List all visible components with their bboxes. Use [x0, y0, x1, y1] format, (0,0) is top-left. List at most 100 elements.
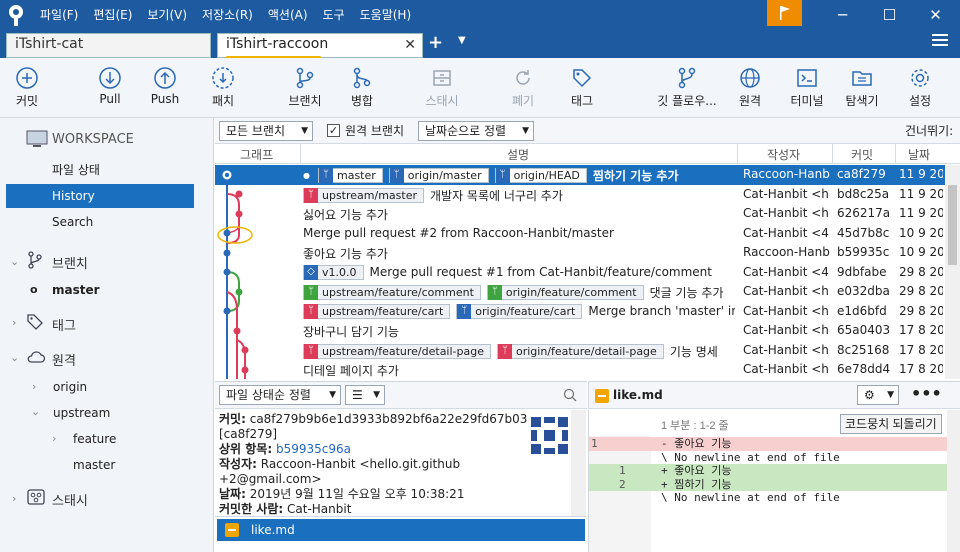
diff-line-add: 1 + 좋아요 기능	[589, 464, 947, 478]
tags-heading[interactable]: 태그	[52, 315, 76, 334]
sidebar-item-file-status[interactable]: 파일 상태	[0, 158, 214, 182]
merge-button[interactable]: 병합	[342, 58, 382, 118]
column-date[interactable]: 날짜	[908, 146, 930, 163]
sidebar-item-search[interactable]: Search	[0, 210, 214, 234]
menu-help[interactable]: 도움말(H)	[360, 0, 412, 30]
sidebar-item-history[interactable]: History	[6, 184, 194, 208]
branch-label-badge[interactable]: ᛘ upstream/feature/cart	[303, 303, 451, 319]
column-divider[interactable]	[895, 144, 896, 164]
column-divider[interactable]	[300, 144, 301, 164]
commit-row[interactable]: ᛘ upstream/master 개발자 목록에 너구리 추가 Cat-Hanbit…	[215, 185, 945, 205]
sidebar-item-remote-upstream[interactable]: upstream	[0, 401, 214, 425]
chevron-down-icon[interactable]: ⌄	[10, 351, 19, 364]
more-options-icon[interactable]: •••	[911, 384, 942, 403]
menu-repository[interactable]: 저장소(R)	[202, 0, 253, 30]
discard-button[interactable]: 폐기	[505, 58, 541, 118]
menu-tools[interactable]: 도구	[323, 0, 345, 30]
terminal-button[interactable]: 터미널	[785, 58, 829, 118]
chevron-down-icon: ▼	[373, 390, 380, 400]
branch-label-badge[interactable]: ᛘ origin/HEAD	[494, 168, 587, 183]
commit-hash: 45d7b8c	[837, 225, 890, 240]
commit-row[interactable]: ᛘ upstream/feature/cart ᛘ origin/feature/ca…	[215, 302, 945, 322]
flag-button[interactable]	[767, 0, 802, 26]
push-button[interactable]: Push	[145, 58, 185, 118]
explorer-button[interactable]: 탐색기	[840, 58, 884, 118]
tag-button[interactable]: 태그	[562, 58, 602, 118]
remote-branches-checkbox[interactable]: ✓	[327, 124, 340, 137]
diff-options-dropdown[interactable]: ⚙ ▼	[857, 385, 899, 405]
diff-scrollbar[interactable]	[947, 410, 960, 552]
remotes-heading[interactable]: 원격	[52, 350, 76, 369]
commit-list-scrollbar[interactable]	[945, 165, 960, 379]
branches-heading[interactable]: 브랜치	[52, 253, 88, 272]
reverse-hunk-button[interactable]: 코드뭉치 되돌리기	[840, 414, 942, 434]
stash-button[interactable]: 스태시	[420, 58, 464, 118]
ref-label: origin/feature/detail-page	[516, 344, 657, 358]
commit-row[interactable]: ◇ v1.0.0 Merge pull request #1 from Cat-Ha…	[215, 263, 945, 283]
close-window-button[interactable]: ✕	[913, 0, 958, 30]
commit-row[interactable]: Merge pull request #2 from Raccoon-Hanbi…	[215, 224, 945, 244]
commit-row[interactable]: 디테일 페이지 추가 Cat-Hanbit <h 6e78dd4 17 8 20	[215, 360, 945, 379]
column-author[interactable]: 작성자	[767, 146, 800, 163]
commit-row[interactable]: 좋아요 기능 추가 Raccoon-Hanb b59935c 10 9 20	[215, 243, 945, 263]
column-divider[interactable]	[832, 144, 833, 164]
search-icon[interactable]	[563, 388, 577, 402]
branch-label-badge[interactable]: ᛘ upstream/master	[303, 187, 424, 203]
sidebar-item-upstream-feature[interactable]: feature	[0, 427, 214, 451]
view-options-dropdown[interactable]: ☰ ▼	[345, 385, 385, 405]
branch-label-badge[interactable]: ᛘ origin/feature/comment	[486, 285, 644, 300]
sidebar-item-upstream-master[interactable]: master	[0, 453, 214, 477]
stash-heading[interactable]: 스태시	[52, 490, 88, 509]
column-description[interactable]: 설명	[507, 146, 529, 163]
minimize-button[interactable]: ─	[820, 0, 865, 30]
settings-button[interactable]: 설정	[900, 58, 940, 118]
column-graph[interactable]: 그래프	[240, 146, 273, 163]
tag-label-badge[interactable]: ◇ v1.0.0	[303, 264, 364, 280]
branch-filter-dropdown[interactable]: 모든 브랜치 ▼	[219, 121, 313, 141]
commit-row[interactable]: 싫어요 기능 추가 Cat-Hanbit <h 626217a 11 9 20	[215, 204, 945, 224]
repo-tab-itshirt-raccoon[interactable]: iTshirt-raccoon ✕	[217, 33, 423, 59]
repo-tab-itshirt-cat[interactable]: iTshirt-cat	[6, 33, 211, 58]
commit-button[interactable]: 커밋	[6, 58, 48, 118]
menu-view[interactable]: 보기(V)	[147, 0, 187, 30]
column-commit[interactable]: 커밋	[851, 146, 873, 163]
sort-dropdown[interactable]: 날짜순으로 정렬 ▼	[418, 121, 534, 141]
remote-button[interactable]: 원격	[730, 58, 770, 118]
branch-label-badge[interactable]: ᛘ origin/master	[388, 168, 489, 183]
chevron-right-icon[interactable]: ›	[12, 492, 16, 505]
menu-edit[interactable]: 편집(E)	[93, 0, 132, 30]
chevron-right-icon[interactable]: ›	[12, 316, 16, 329]
branch-label-badge[interactable]: ᛘ upstream/feature/detail-page	[303, 343, 491, 359]
file-sort-dropdown[interactable]: 파일 상태순 정렬 ▼	[219, 385, 341, 405]
branch-button[interactable]: 브랜치	[283, 58, 327, 118]
menu-actions[interactable]: 액션(A)	[268, 0, 308, 30]
scrollbar-thumb[interactable]	[948, 185, 957, 265]
commit-row[interactable]: ᛘ upstream/feature/detail-page ᛘ origin/fea…	[215, 341, 945, 361]
branch-label-badge[interactable]: ᛘ origin/feature/cart	[456, 303, 583, 319]
sidebar-item-remote-origin[interactable]: origin	[0, 375, 214, 399]
column-divider[interactable]	[737, 144, 738, 164]
sidebar-item-branch-master[interactable]: o master	[0, 278, 214, 302]
maximize-button[interactable]: ☐	[867, 0, 912, 30]
chevron-down-icon[interactable]: ⌄	[10, 255, 19, 268]
menu-file[interactable]: 파일(F)	[40, 0, 78, 30]
pull-button[interactable]: Pull	[90, 58, 130, 118]
close-tab-icon[interactable]: ✕	[404, 37, 416, 53]
branch-label-badge[interactable]: ᛘ upstream/feature/comment	[303, 285, 481, 300]
tab-dropdown-icon[interactable]: ▼	[458, 35, 466, 46]
hamburger-menu-icon[interactable]	[932, 34, 948, 49]
detail-scrollbar[interactable]	[571, 410, 586, 516]
branch-label-badge[interactable]: ᛘ master	[317, 168, 383, 183]
git-flow-button[interactable]: 깃 플로우...	[653, 58, 721, 118]
branch-label-badge[interactable]: ᛘ origin/feature/detail-page	[497, 343, 664, 359]
fetch-button[interactable]: 패치	[203, 58, 243, 118]
ref-label: upstream/feature/cart	[322, 304, 444, 318]
commit-row[interactable]: ᛘ upstream/feature/comment ᛘ origin/feature…	[215, 282, 945, 302]
current-branch-icon: o	[30, 283, 38, 296]
old-line-number: 1	[591, 437, 598, 450]
parent-commit-link[interactable]: b59935c96a	[276, 442, 351, 456]
commit-row[interactable]: ● ᛘ master ᛘ origin/master ᛘ origin/HEAD 찜하기 기능…	[215, 165, 945, 185]
add-tab-icon[interactable]: +	[428, 32, 443, 53]
commit-row[interactable]: 장바구니 담기 기능 Cat-Hanbit <h 65a0403 17 8 20	[215, 321, 945, 341]
file-row[interactable]: like.md	[217, 519, 585, 541]
